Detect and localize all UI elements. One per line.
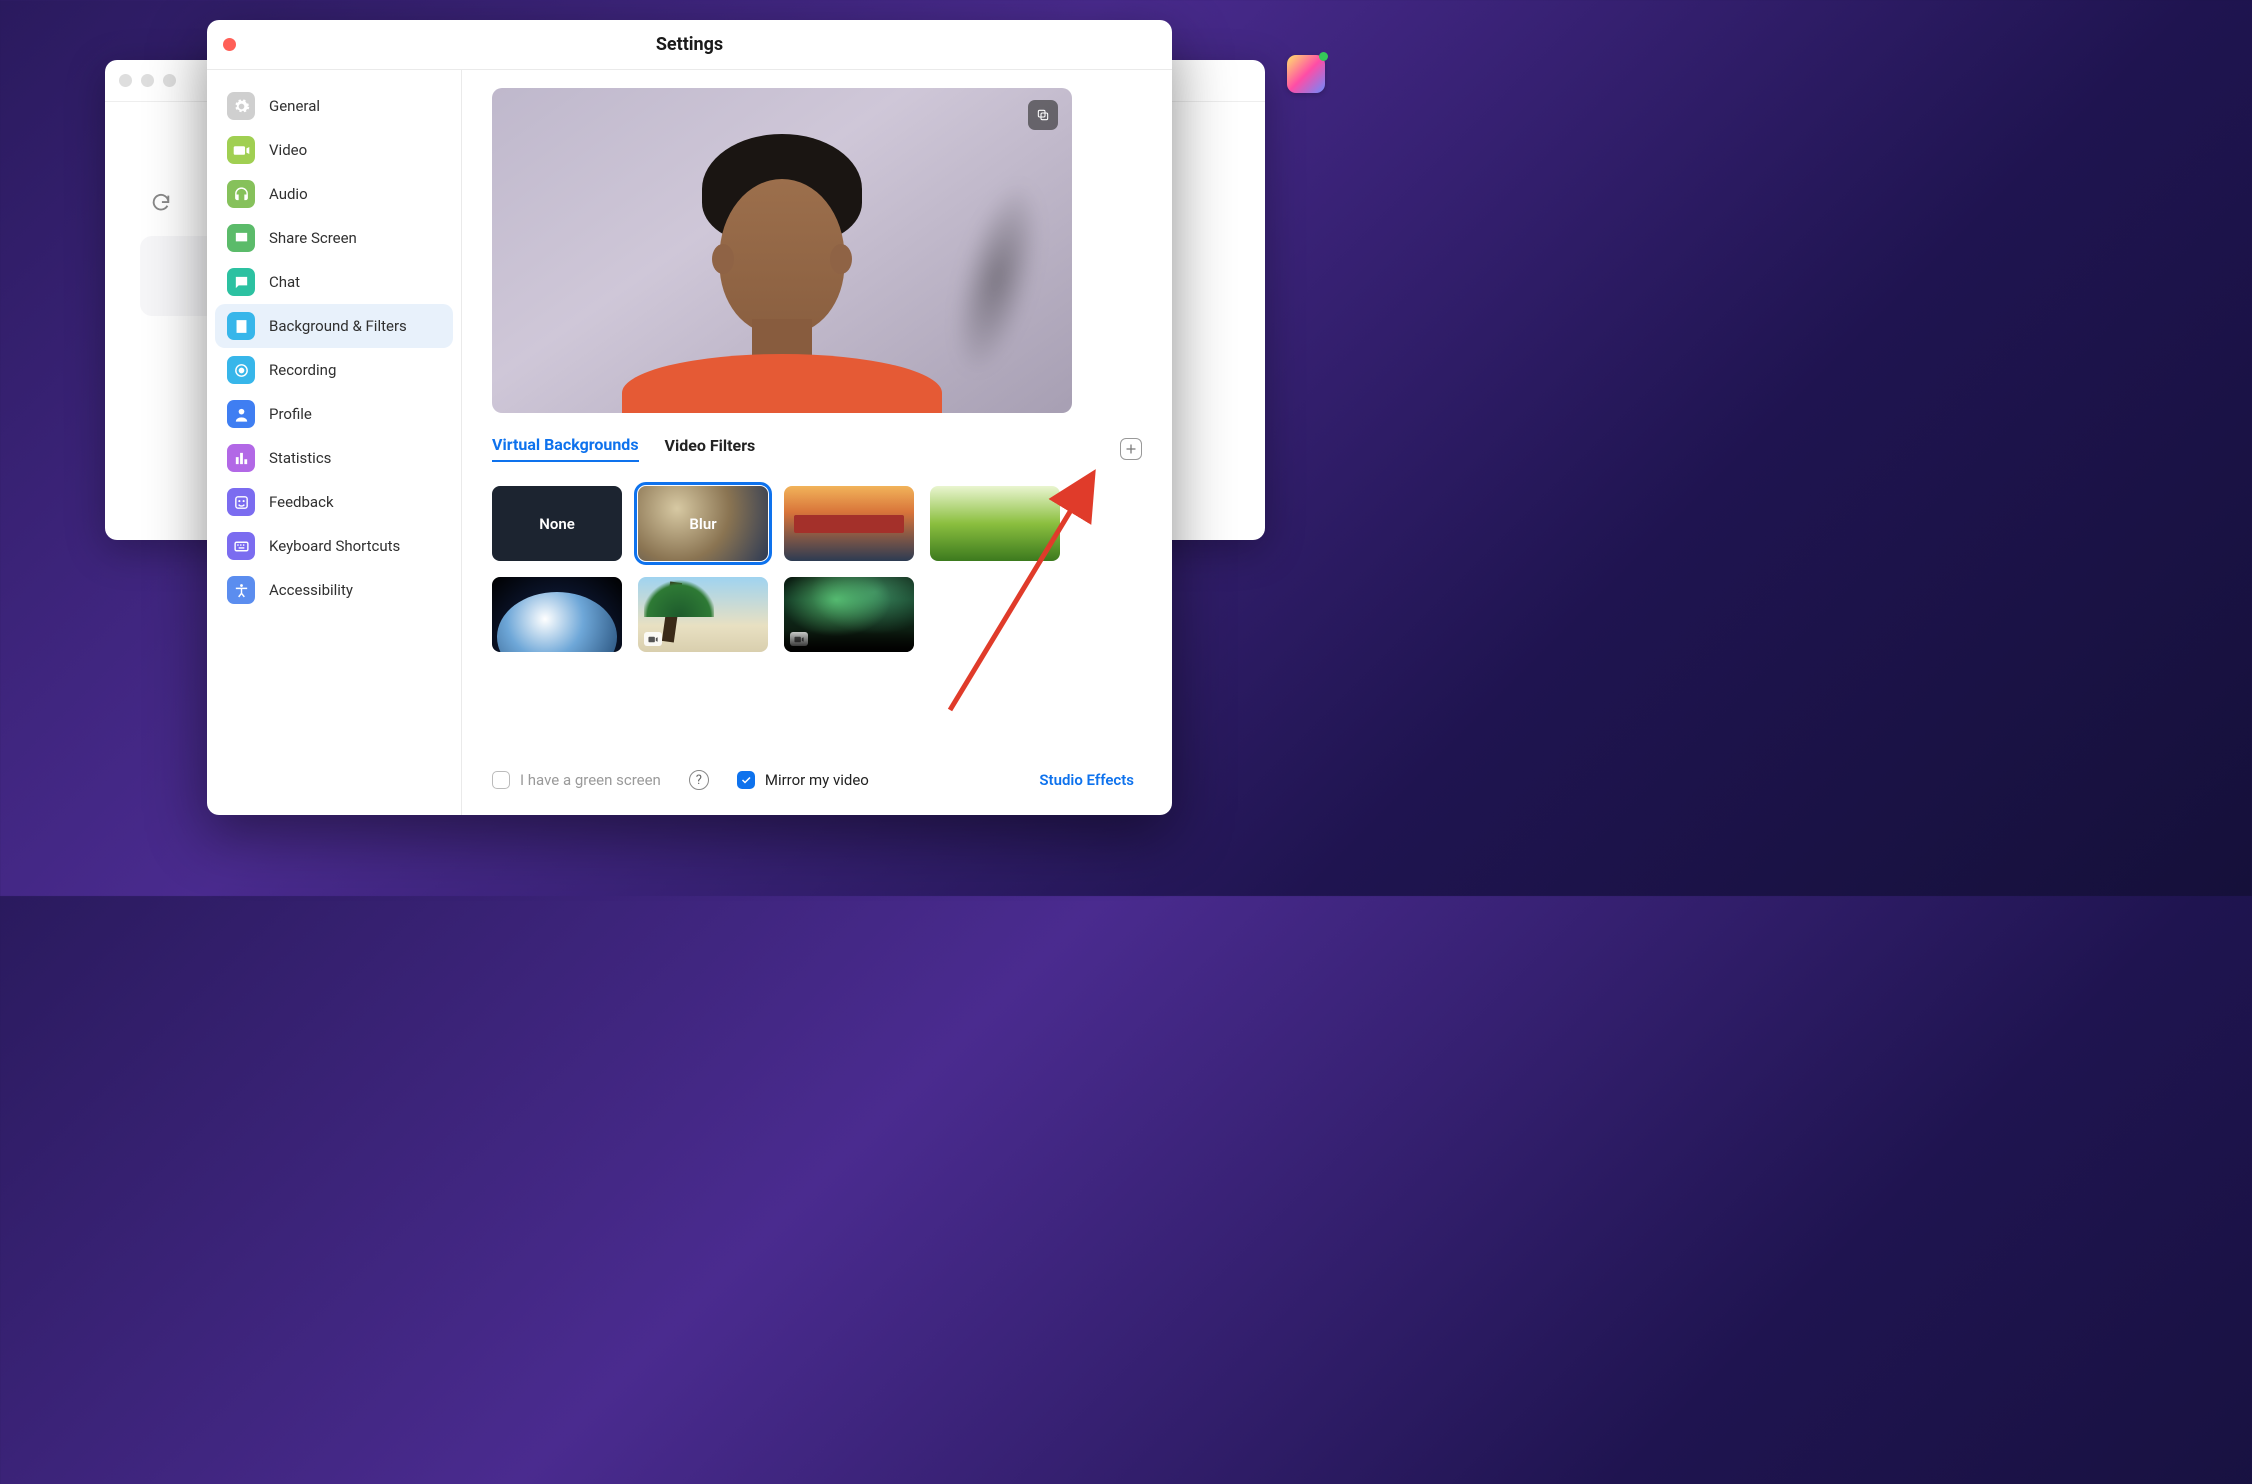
sidebar-item-general[interactable]: General xyxy=(215,84,453,128)
app-icon[interactable] xyxy=(1287,55,1325,93)
green-screen-label: I have a green screen xyxy=(520,771,661,789)
background-tabs: Virtual Backgrounds Video Filters xyxy=(492,435,1142,462)
traffic-close[interactable] xyxy=(119,74,132,87)
footer-controls: I have a green screen ? Mirror my video … xyxy=(492,745,1142,815)
feedback-icon xyxy=(227,488,255,516)
refresh-icon[interactable] xyxy=(150,192,172,214)
sidebar-item-label: Share Screen xyxy=(269,229,357,247)
a11y-icon xyxy=(227,576,255,604)
sidebar-item-label: Video xyxy=(269,141,307,159)
share-icon xyxy=(227,224,255,252)
headset-icon xyxy=(227,180,255,208)
sidebar-item-video[interactable]: Video xyxy=(215,128,453,172)
sidebar-item-audio[interactable]: Audio xyxy=(215,172,453,216)
portrait-icon xyxy=(227,312,255,340)
sidebar-item-label: Statistics xyxy=(269,449,331,467)
sidebar-item-chat[interactable]: Chat xyxy=(215,260,453,304)
sidebar-item-statistics[interactable]: Statistics xyxy=(215,436,453,480)
camera-icon xyxy=(227,136,255,164)
stats-icon xyxy=(227,444,255,472)
background-grid: None Blur xyxy=(492,486,1142,652)
traffic-min[interactable] xyxy=(141,74,154,87)
sidebar-item-keyboard-shortcuts[interactable]: Keyboard Shortcuts xyxy=(215,524,453,568)
sidebar-item-label: Background & Filters xyxy=(269,317,407,335)
traffic-lights xyxy=(119,74,176,87)
window-title: Settings xyxy=(656,34,723,55)
video-preview xyxy=(492,88,1072,413)
sidebar-item-label: Profile xyxy=(269,405,312,423)
help-icon[interactable]: ? xyxy=(689,770,709,790)
bg-tile-bridge[interactable] xyxy=(784,486,914,561)
settings-main: Virtual Backgrounds Video Filters None B… xyxy=(462,70,1172,815)
tab-virtual-backgrounds[interactable]: Virtual Backgrounds xyxy=(492,435,639,462)
video-badge-icon xyxy=(790,632,808,646)
rotate-preview-button[interactable] xyxy=(1028,100,1058,130)
sidebar-item-label: Chat xyxy=(269,273,300,291)
sidebar-item-share-screen[interactable]: Share Screen xyxy=(215,216,453,260)
traffic-max[interactable] xyxy=(163,74,176,87)
sidebar-item-profile[interactable]: Profile xyxy=(215,392,453,436)
video-badge-icon xyxy=(644,632,662,646)
sidebar-item-label: Keyboard Shortcuts xyxy=(269,537,400,555)
studio-effects-link[interactable]: Studio Effects xyxy=(1039,771,1134,789)
bg-tile-aurora[interactable] xyxy=(784,577,914,652)
add-background-button[interactable] xyxy=(1120,438,1142,460)
bg-tile-label: Blur xyxy=(689,515,716,533)
sidebar-item-background-filters[interactable]: Background & Filters xyxy=(215,304,453,348)
chat-icon xyxy=(227,268,255,296)
sidebar-item-recording[interactable]: Recording xyxy=(215,348,453,392)
sidebar-item-feedback[interactable]: Feedback xyxy=(215,480,453,524)
settings-titlebar: Settings xyxy=(207,20,1172,70)
bg-tile-grass[interactable] xyxy=(930,486,1060,561)
bg-tile-beach[interactable] xyxy=(638,577,768,652)
gear-icon xyxy=(227,92,255,120)
record-icon xyxy=(227,356,255,384)
sidebar-item-label: Recording xyxy=(269,361,336,379)
bg-tile-none[interactable]: None xyxy=(492,486,622,561)
green-screen-checkbox[interactable] xyxy=(492,771,510,789)
bg-tile-label: None xyxy=(539,515,575,533)
mirror-video-label: Mirror my video xyxy=(765,771,869,789)
sidebar-item-label: Feedback xyxy=(269,493,334,511)
sidebar-item-accessibility[interactable]: Accessibility xyxy=(215,568,453,612)
mirror-video-checkbox[interactable] xyxy=(737,771,755,789)
bg-tile-earth[interactable] xyxy=(492,577,622,652)
close-icon[interactable] xyxy=(223,38,236,51)
keyboard-icon xyxy=(227,532,255,560)
settings-window: Settings General Video Audio Share Scree… xyxy=(207,20,1172,815)
settings-sidebar: General Video Audio Share Screen Chat Ba… xyxy=(207,70,462,815)
sidebar-item-label: General xyxy=(269,97,320,115)
sidebar-item-label: Accessibility xyxy=(269,581,353,599)
sidebar-item-label: Audio xyxy=(269,185,308,203)
profile-icon xyxy=(227,400,255,428)
bg-tile-blur[interactable]: Blur xyxy=(638,486,768,561)
tab-video-filters[interactable]: Video Filters xyxy=(665,436,756,461)
